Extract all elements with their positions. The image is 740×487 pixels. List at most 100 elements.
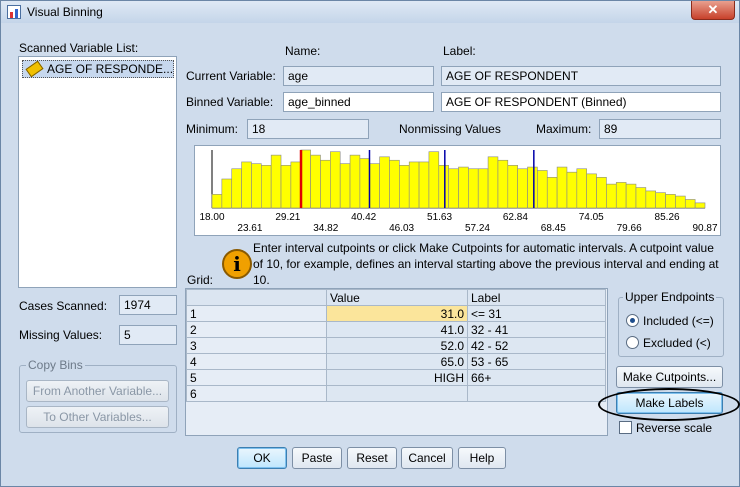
histogram-bar [566,171,578,209]
histogram-bar [231,168,242,209]
value-cell[interactable]: 65.0 [326,353,468,370]
title-bar: Visual Binning ✕ [1,1,739,23]
table-row[interactable]: 6 [186,385,606,402]
label-cell[interactable]: 42 - 52 [467,337,606,354]
histogram-bar [408,161,420,209]
value-cell[interactable]: 41.0 [326,321,468,338]
scanned-variable-list[interactable]: AGE OF RESPONDE... [18,56,177,288]
histogram-bar [635,187,647,209]
value-cell[interactable]: 31.0 [326,305,468,322]
label-cell[interactable]: 66+ [467,369,606,386]
histogram-panel[interactable]: 18.00 29.21 40.42 51.63 62.84 74.05 85.26 23.61… [194,145,721,236]
missing-values-label: Missing Values: [19,328,103,342]
paste-button[interactable]: Paste [292,447,342,469]
histogram-bar [497,159,509,209]
label-cell[interactable]: <= 31 [467,305,606,322]
histogram-bar [537,170,548,209]
name-header: Name: [285,44,321,58]
value-cell[interactable]: 52.0 [326,337,468,354]
visual-binning-dialog: Visual Binning ✕ Scanned Variable List: … [0,0,740,487]
histogram-bar [251,163,262,209]
tick-label: 51.63 [427,212,452,223]
cases-scanned-label: Cases Scanned: [19,299,108,313]
histogram-bar [546,176,558,209]
histogram-bar [468,168,479,209]
grid-label: Grid: [187,273,214,287]
histogram-bar [339,163,351,209]
histogram-bar [389,159,400,209]
copy-bins-title: Copy Bins [26,358,85,372]
binned-variable-name-input[interactable]: age_binned [283,92,434,112]
tick-label: 34.82 [313,223,338,234]
grid-header-value: Value [326,289,468,306]
from-another-variable-button[interactable]: From Another Variable... [26,380,169,402]
histogram-bar [261,165,272,209]
histogram-bar [270,154,282,209]
nonmissing-label: Nonmissing Values [399,122,501,136]
close-button[interactable]: ✕ [691,1,735,20]
tick-label: 68.45 [541,223,566,234]
cancel-button[interactable]: Cancel [401,447,453,469]
make-cutpoints-button[interactable]: Make Cutpoints... [616,366,723,388]
table-row[interactable]: 5 HIGH 66+ [186,369,606,386]
histogram-bar [477,168,489,209]
table-row[interactable]: 2 41.0 32 - 41 [186,321,606,338]
maximum-field: 89 [599,119,721,139]
window-title: Visual Binning [27,5,103,19]
included-radio[interactable] [626,314,639,327]
ok-button[interactable]: OK [237,447,287,469]
histogram-bar [448,168,459,209]
value-cell[interactable] [326,385,468,402]
label-cell[interactable]: 32 - 41 [467,321,606,338]
histogram-bar [428,151,440,209]
cases-scanned-field: 1974 [119,295,177,315]
tick-label: 79.66 [617,223,642,234]
list-item[interactable]: AGE OF RESPONDE... [22,60,174,78]
histogram-bar [487,156,499,209]
histogram-bar [359,158,371,209]
histogram-bar [330,151,341,209]
histogram-bar [320,159,331,209]
label-cell[interactable]: 53 - 65 [467,353,606,370]
tick-label: 74.05 [579,212,604,223]
table-row[interactable]: 4 65.0 53 - 65 [186,353,606,370]
table-row[interactable]: 1 31.0 <= 31 [186,305,606,322]
row-number: 1 [186,305,327,322]
histogram-bar [655,192,666,209]
value-cell[interactable]: HIGH [326,369,468,386]
reverse-scale-label[interactable]: Reverse scale [636,421,712,435]
to-other-variables-button[interactable]: To Other Variables... [26,406,169,428]
histogram-bar [576,168,587,209]
excluded-radio[interactable] [626,336,639,349]
list-item-label: AGE OF RESPONDE... [47,62,174,76]
tick-label: 85.26 [655,212,680,223]
make-labels-button[interactable]: Make Labels [616,392,723,414]
histogram-bar [211,194,223,209]
included-label[interactable]: Included (<=) [643,314,714,328]
info-icon: i [222,249,252,279]
row-number: 2 [186,321,327,338]
excluded-label[interactable]: Excluded (<) [643,336,711,350]
scale-variable-icon [25,61,44,77]
minimum-label: Minimum: [186,122,239,136]
upper-endpoints-title: Upper Endpoints [623,290,717,304]
histogram-bar [625,183,637,209]
tick-label: 46.03 [389,223,414,234]
grid-corner [186,289,327,306]
cutpoint-grid[interactable]: Value Label 1 31.0 <= 31 2 41.0 32 - 41 … [185,288,608,436]
grid-header-row: Value Label [186,289,606,306]
current-variable-label-field: AGE OF RESPONDENT [441,66,721,86]
row-number: 3 [186,337,327,354]
binned-variable-label-input[interactable]: AGE OF RESPONDENT (Binned) [441,92,721,112]
histogram-bar [665,194,676,209]
help-button[interactable]: Help [458,447,506,469]
histogram-chart[interactable]: 18.00 29.21 40.42 51.63 62.84 74.05 85.26 23.61… [195,146,720,235]
histogram-bar [675,195,686,209]
tick-label: 57.24 [465,223,490,234]
label-cell[interactable] [467,385,606,402]
table-row[interactable]: 3 52.0 42 - 52 [186,337,606,354]
histogram-bar [418,161,430,209]
histogram-bar [606,183,617,209]
reverse-scale-checkbox[interactable] [619,421,632,434]
reset-button[interactable]: Reset [347,447,397,469]
